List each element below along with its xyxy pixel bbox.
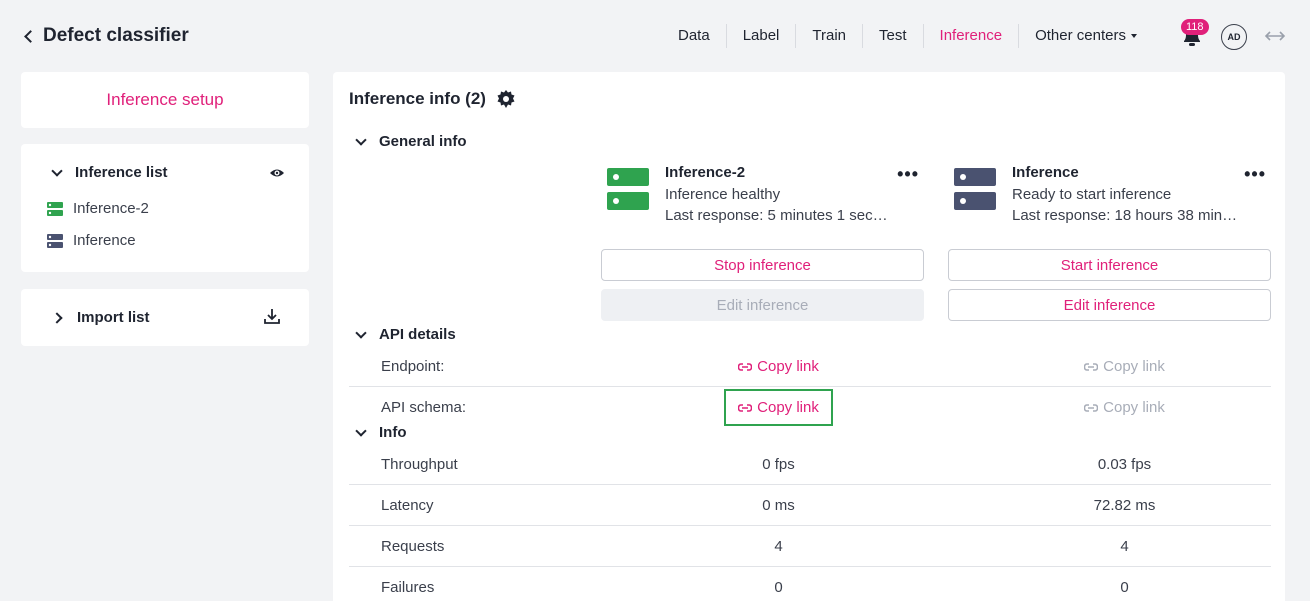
info-row-throughput: Throughput 0 fps 0.03 fps — [349, 444, 1271, 485]
nav-train[interactable]: Train — [795, 24, 862, 48]
page-title: Defect classifier — [43, 25, 189, 46]
sidebar-item-label: Inference — [73, 232, 136, 249]
row-label: Throughput — [381, 456, 458, 473]
copy-link-label: Copy link — [1103, 358, 1165, 375]
import-list-panel: Import list — [21, 289, 309, 346]
caret-down-icon — [1130, 34, 1137, 39]
copy-link-label: Copy link — [757, 399, 819, 416]
inference-name: Inference — [1012, 164, 1079, 181]
link-icon — [738, 362, 753, 371]
nav-data[interactable]: Data — [662, 24, 726, 48]
eye-icon[interactable] — [269, 165, 285, 181]
section-api-details[interactable]: API details — [355, 326, 456, 343]
copy-link-button[interactable]: Copy link — [1084, 358, 1165, 375]
download-icon[interactable] — [263, 307, 281, 325]
section-label: Info — [379, 424, 407, 441]
info-row-latency: Latency 0 ms 72.82 ms — [349, 485, 1271, 526]
inference-info-header: Inference info (2) — [349, 89, 516, 109]
row-label: Endpoint: — [381, 358, 445, 375]
row-value: 4 — [1120, 538, 1129, 555]
row-value: Copy link — [963, 399, 1286, 417]
inference-list-label: Inference list — [75, 164, 168, 181]
inference-name: Inference-2 — [665, 164, 746, 181]
inference-last-response: Last response: 5 minutes 1 seconds ago — [665, 207, 895, 224]
nav-label[interactable]: Label — [725, 24, 796, 48]
inference-card-2: Inference Ready to start inference Last … — [948, 164, 1278, 224]
chevron-right-icon — [51, 311, 63, 324]
api-row-schema: API schema: Copy link Copy link — [349, 387, 1271, 428]
inference-status: Ready to start inference — [1012, 186, 1172, 203]
copy-link-label: Copy link — [757, 358, 819, 375]
stop-inference-button[interactable]: Stop inference — [601, 249, 924, 281]
nav-other-centers-label: Other centers — [1035, 27, 1126, 44]
api-row-endpoint: Endpoint: Copy link Copy link — [349, 346, 1271, 387]
back-button[interactable]: Defect classifier — [24, 25, 189, 47]
row-value: 0 — [774, 579, 783, 596]
top-nav: Data Label Train Test Inference Other ce… — [662, 24, 1153, 48]
section-label: General info — [379, 133, 467, 150]
inference-setup-button[interactable]: Inference setup — [21, 72, 309, 128]
link-icon — [1084, 403, 1099, 412]
more-options-icon[interactable]: ••• — [1244, 164, 1266, 185]
inference-info-title: Inference info (2) — [349, 89, 486, 108]
chevron-down-icon — [355, 326, 367, 339]
section-label: API details — [379, 326, 456, 343]
copy-link-button[interactable]: Copy link — [1084, 399, 1165, 416]
expand-icon[interactable] — [1264, 28, 1286, 44]
row-value: 4 — [774, 538, 783, 555]
edit-inference-button-1[interactable]: Edit inference — [601, 289, 924, 321]
more-options-icon[interactable]: ••• — [897, 164, 919, 185]
row-value: 0 fps — [762, 456, 795, 473]
row-value: Copy link — [963, 358, 1286, 376]
import-list-label: Import list — [77, 309, 150, 326]
copy-link-label: Copy link — [1103, 399, 1165, 416]
sidebar-item-inference[interactable]: Inference — [47, 232, 136, 249]
row-value: 0.03 fps — [1097, 456, 1152, 473]
server-icon — [954, 168, 996, 210]
inference-list-toggle[interactable]: Inference list — [51, 164, 168, 181]
server-icon — [47, 201, 63, 216]
row-value: 72.82 ms — [1093, 497, 1156, 514]
gear-icon[interactable] — [496, 89, 516, 109]
copy-link-button[interactable]: Copy link — [738, 358, 819, 375]
row-value: 0 — [1120, 579, 1129, 596]
inference-last-response: Last response: 18 hours 38 minutes ago — [1012, 207, 1242, 224]
chevron-down-icon — [51, 164, 63, 177]
nav-other-centers[interactable]: Other centers — [1018, 24, 1153, 48]
section-general-info[interactable]: General info — [355, 133, 467, 150]
notification-badge: 118 — [1181, 19, 1209, 35]
row-label: Latency — [381, 497, 434, 514]
inference-info-panel: Inference info (2) General info Inferenc… — [333, 72, 1285, 601]
row-value: Copy link — [617, 389, 940, 426]
nav-test[interactable]: Test — [862, 24, 923, 48]
info-row-requests: Requests 4 4 — [349, 526, 1271, 567]
chevron-left-icon — [24, 30, 37, 43]
row-label: API schema: — [381, 399, 467, 416]
server-icon — [47, 233, 63, 248]
inference-card-1: Inference-2 Inference healthy Last respo… — [601, 164, 931, 224]
start-inference-button[interactable]: Start inference — [948, 249, 1271, 281]
nav-inference[interactable]: Inference — [922, 24, 1019, 48]
avatar[interactable]: AD — [1221, 24, 1247, 50]
row-value: 0 ms — [762, 497, 795, 514]
link-icon — [738, 403, 753, 412]
row-label: Requests — [381, 538, 445, 555]
copy-link-button[interactable]: Copy link — [724, 389, 833, 426]
row-value: Copy link — [617, 358, 940, 376]
info-row-failures: Failures 0 0 — [349, 567, 1271, 601]
sidebar-item-label: Inference-2 — [73, 200, 149, 217]
link-icon — [1084, 362, 1099, 371]
section-info[interactable]: Info — [355, 424, 407, 441]
edit-inference-button-2[interactable]: Edit inference — [948, 289, 1271, 321]
import-list-toggle[interactable]: Import list — [51, 309, 150, 326]
server-icon — [607, 168, 649, 210]
sidebar-item-inference-2[interactable]: Inference-2 — [47, 200, 149, 217]
inference-status: Inference healthy — [665, 186, 781, 203]
chevron-down-icon — [355, 133, 367, 146]
row-label: Failures — [381, 579, 435, 596]
chevron-down-icon — [355, 424, 367, 437]
inference-list-panel: Inference list Inference-2 Inference — [21, 144, 309, 272]
